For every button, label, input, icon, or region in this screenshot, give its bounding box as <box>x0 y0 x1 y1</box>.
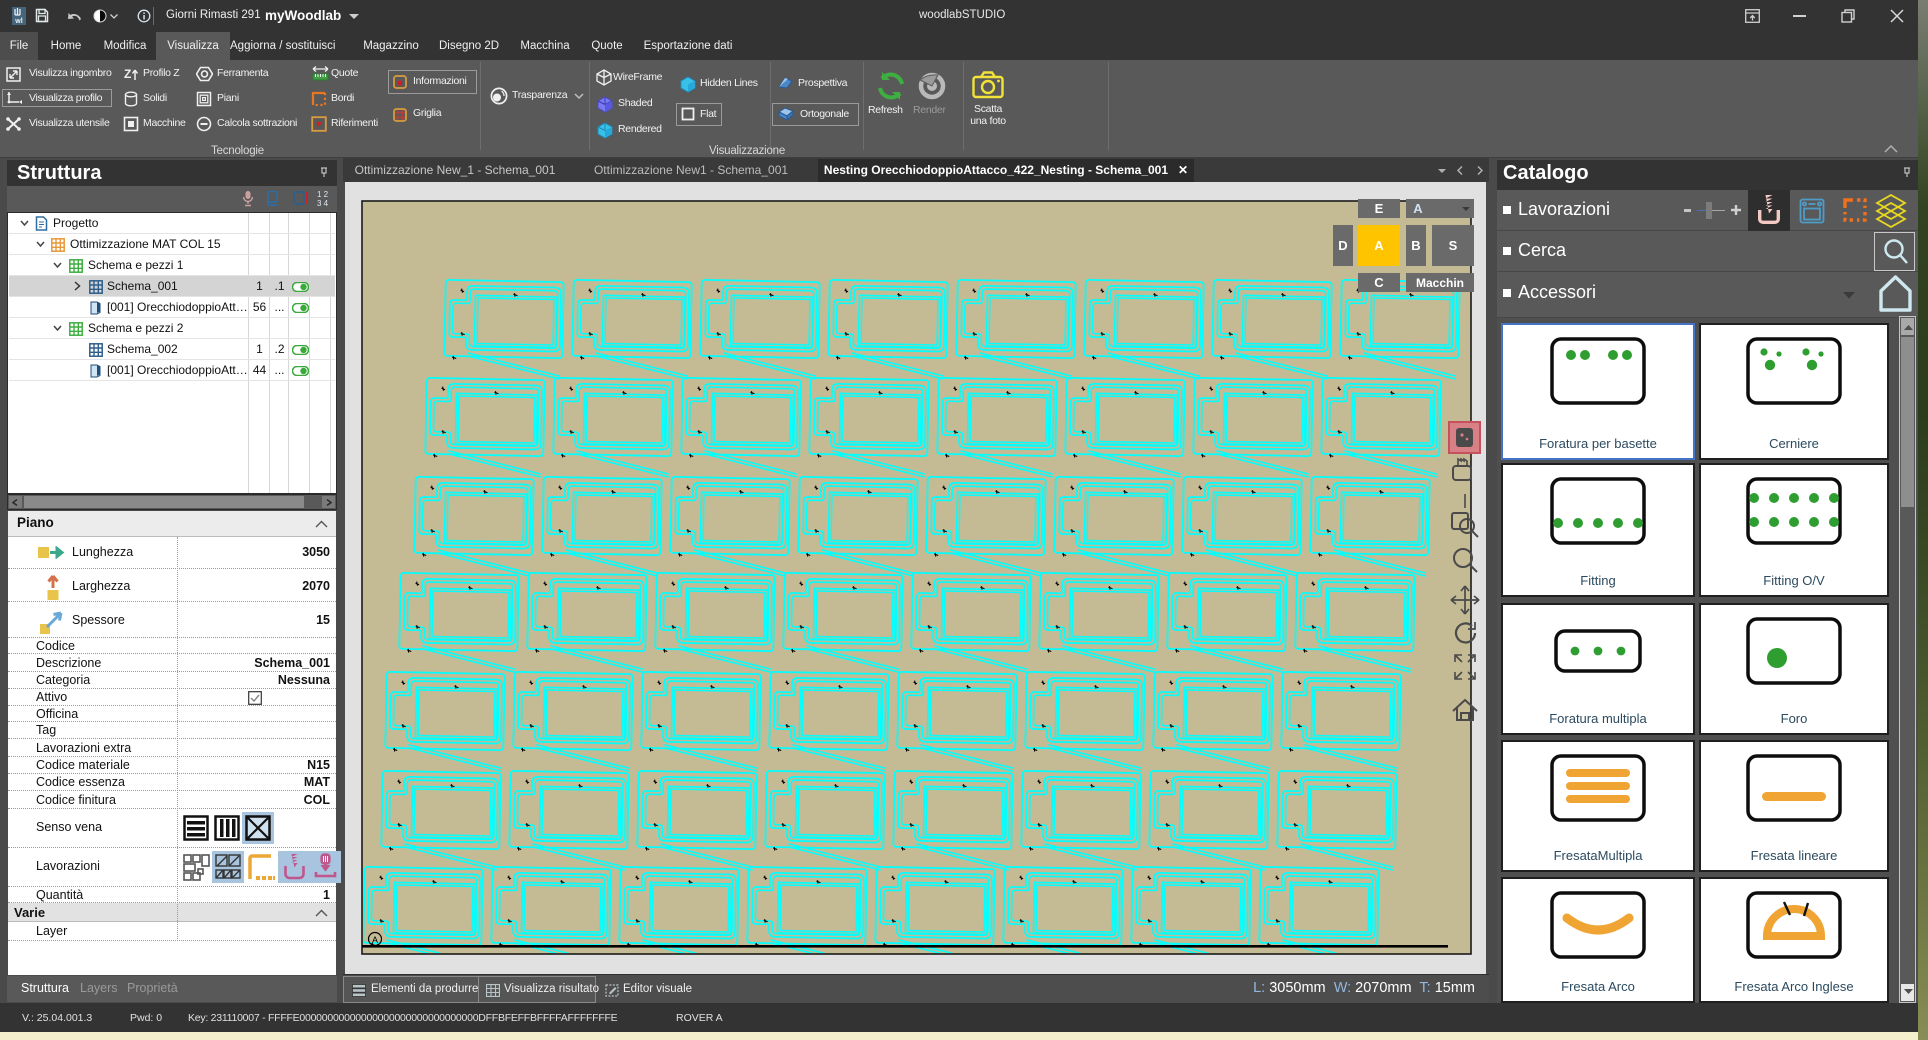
svg-text:A: A <box>1413 201 1423 216</box>
svg-text:C: C <box>1374 275 1384 290</box>
svg-text:3 4: 3 4 <box>317 199 329 208</box>
svg-text:E: E <box>1375 201 1384 216</box>
svg-text:B: B <box>1411 238 1420 253</box>
svg-text:S: S <box>1449 238 1458 253</box>
svg-text:Z: Z <box>124 67 131 81</box>
svg-text:1 2: 1 2 <box>317 190 329 199</box>
svg-text:D: D <box>1338 238 1347 253</box>
svg-text:A: A <box>1374 238 1384 253</box>
svg-text:wl: wl <box>14 18 22 25</box>
svg-text:Macchin: Macchin <box>1416 276 1464 290</box>
svg-text:A: A <box>372 935 378 945</box>
